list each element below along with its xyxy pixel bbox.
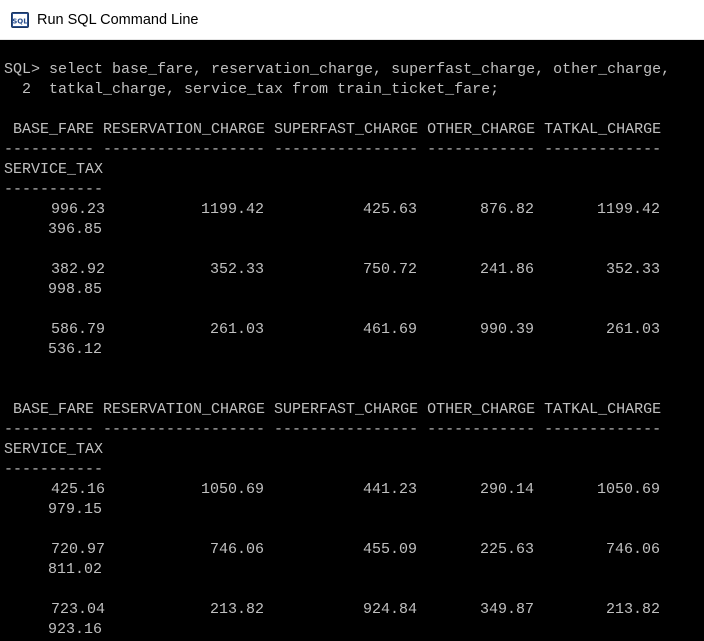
superfast-charge-cell: 924.84 xyxy=(362,601,417,618)
other-charge-cell: 225.63 xyxy=(479,541,534,558)
other-charge-cell: 876.82 xyxy=(479,201,534,218)
tatkal-charge-cell: 1199.42 xyxy=(596,201,660,218)
reservation-charge-cell: 1050.69 xyxy=(200,481,264,498)
tatkal-charge-cell: 261.03 xyxy=(605,321,660,338)
column-header-rule: ---------- ------------------ ----------… xyxy=(4,421,662,438)
result-row-continuation: 811.02 xyxy=(4,560,704,580)
sql-console-icon: SQL xyxy=(11,12,29,28)
result-row: 723.04 213.82 924.84 349.87 213.82 xyxy=(4,600,704,620)
column-header-rule: ---------- ------------------ ----------… xyxy=(4,141,662,158)
service-tax-rule: ----------- xyxy=(4,461,104,478)
reservation-charge-cell: 352.33 xyxy=(209,261,264,278)
service-tax-cell: 923.16 xyxy=(47,621,102,638)
tatkal-charge-cell: 746.06 xyxy=(605,541,660,558)
tatkal-charge-cell: 213.82 xyxy=(605,601,660,618)
base-fare-cell: 382.92 xyxy=(50,261,105,278)
sql-continuation-line: 2 tatkal_charge, service_tax from train_… xyxy=(4,81,500,98)
superfast-charge-cell: 425.63 xyxy=(362,201,417,218)
reservation-charge-cell: 1199.42 xyxy=(200,201,264,218)
superfast-charge-cell: 455.09 xyxy=(362,541,417,558)
result-row-continuation: 536.12 xyxy=(4,340,704,360)
service-tax-rule: ----------- xyxy=(4,181,104,198)
result-row: 425.16 1050.69 441.23 290.14 1050.69 xyxy=(4,480,704,500)
tatkal-charge-cell: 352.33 xyxy=(605,261,660,278)
service-tax-header: SERVICE_TAX xyxy=(4,441,104,458)
result-row-continuation: 979.15 xyxy=(4,500,704,520)
column-header-line: BASE_FARE RESERVATION_CHARGE SUPERFAST_C… xyxy=(4,401,662,418)
result-row: 720.97 746.06 455.09 225.63 746.06 xyxy=(4,540,704,560)
result-row: 996.23 1199.42 425.63 876.82 1199.42 xyxy=(4,200,704,220)
title-bar[interactable]: SQL Run SQL Command Line xyxy=(0,0,704,40)
result-row-continuation: 923.16 xyxy=(4,620,704,640)
reservation-charge-cell: 213.82 xyxy=(209,601,264,618)
superfast-charge-cell: 441.23 xyxy=(362,481,417,498)
base-fare-cell: 723.04 xyxy=(50,601,105,618)
sql-prompt-line: SQL> select base_fare, reservation_charg… xyxy=(4,61,671,78)
reservation-charge-cell: 261.03 xyxy=(209,321,264,338)
service-tax-header: SERVICE_TAX xyxy=(4,161,104,178)
window-title: Run SQL Command Line xyxy=(37,12,199,28)
service-tax-cell: 979.15 xyxy=(47,501,102,518)
tatkal-charge-cell: 1050.69 xyxy=(596,481,660,498)
service-tax-cell: 396.85 xyxy=(47,221,102,238)
service-tax-cell: 998.85 xyxy=(47,281,102,298)
result-row-continuation: 396.85 xyxy=(4,220,704,240)
sql-command-window: SQL Run SQL Command Line SQL> select bas… xyxy=(0,0,704,641)
superfast-charge-cell: 461.69 xyxy=(362,321,417,338)
service-tax-cell: 811.02 xyxy=(47,561,102,578)
base-fare-cell: 996.23 xyxy=(50,201,105,218)
base-fare-cell: 425.16 xyxy=(50,481,105,498)
base-fare-cell: 586.79 xyxy=(50,321,105,338)
other-charge-cell: 290.14 xyxy=(479,481,534,498)
superfast-charge-cell: 750.72 xyxy=(362,261,417,278)
reservation-charge-cell: 746.06 xyxy=(209,541,264,558)
result-row: 382.92 352.33 750.72 241.86 352.33 xyxy=(4,260,704,280)
base-fare-cell: 720.97 xyxy=(50,541,105,558)
result-row: 586.79 261.03 461.69 990.39 261.03 xyxy=(4,320,704,340)
service-tax-cell: 536.12 xyxy=(47,341,102,358)
other-charge-cell: 349.87 xyxy=(479,601,534,618)
result-row-continuation: 998.85 xyxy=(4,280,704,300)
column-header-line: BASE_FARE RESERVATION_CHARGE SUPERFAST_C… xyxy=(4,121,662,138)
other-charge-cell: 241.86 xyxy=(479,261,534,278)
other-charge-cell: 990.39 xyxy=(479,321,534,338)
console-output[interactable]: SQL> select base_fare, reservation_charg… xyxy=(4,60,704,641)
svg-text:SQL: SQL xyxy=(12,18,28,26)
